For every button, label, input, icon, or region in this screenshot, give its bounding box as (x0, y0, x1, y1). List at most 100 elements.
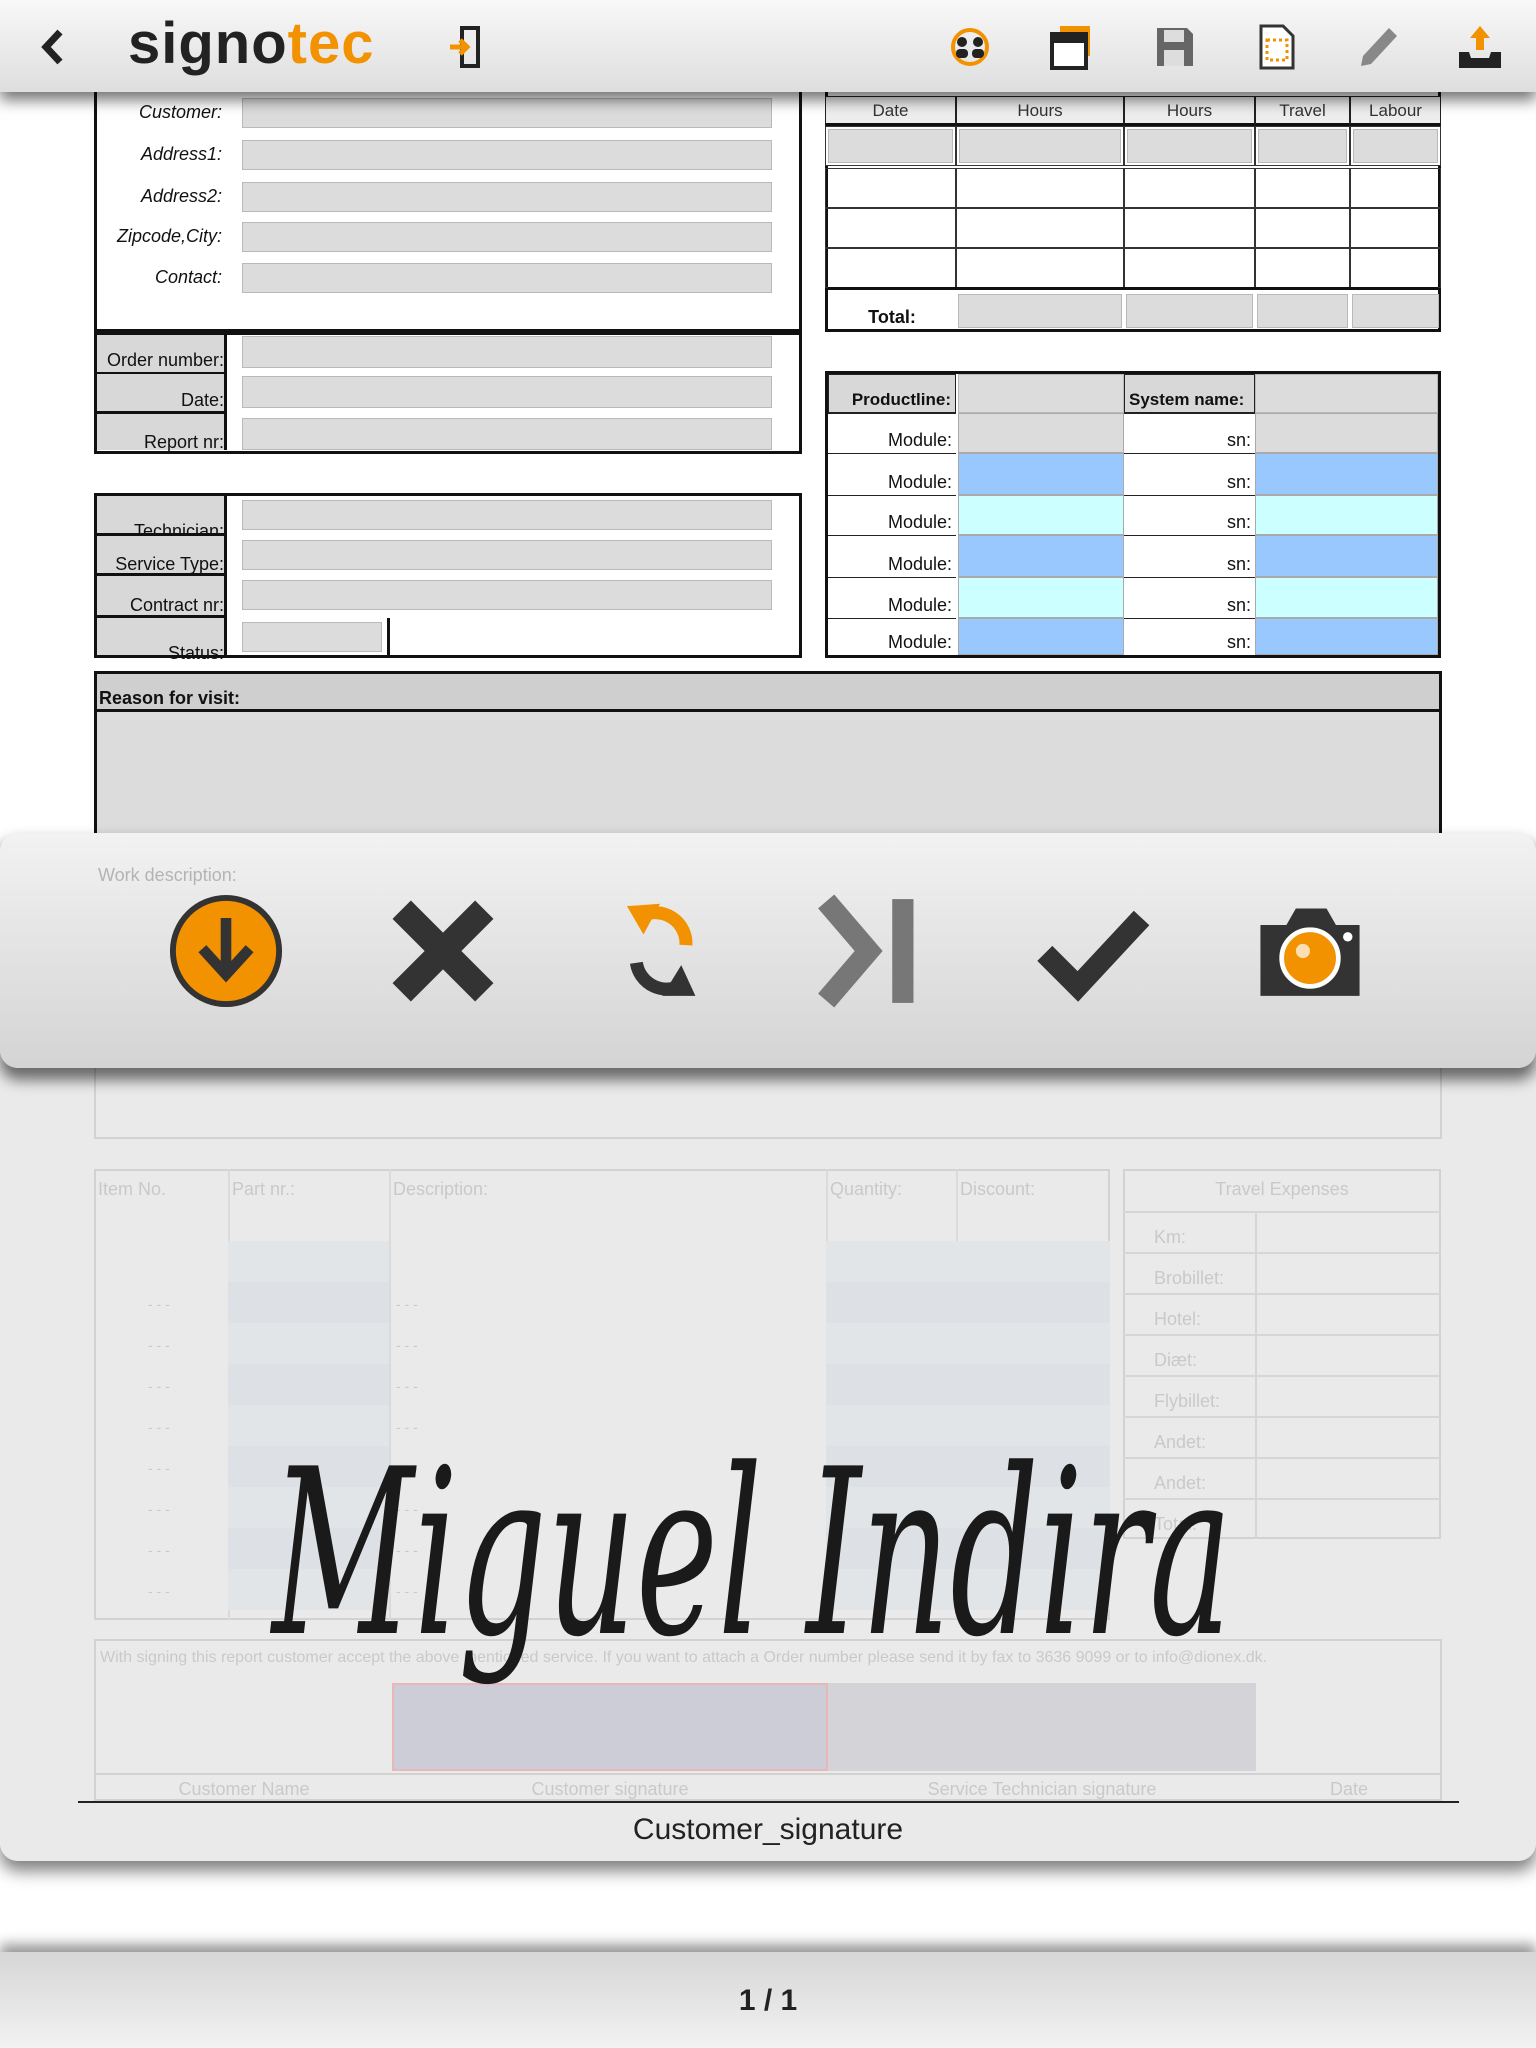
upload-icon[interactable] (1455, 22, 1505, 72)
travel-input[interactable] (1255, 1418, 1439, 1457)
logo-accent-part: tec (287, 11, 375, 76)
exit-icon[interactable] (442, 22, 492, 72)
customer-field-input[interactable] (242, 222, 772, 252)
part-cell[interactable] (228, 1528, 389, 1569)
hours-cell[interactable] (825, 248, 956, 288)
qty-cell[interactable] (826, 1241, 1110, 1282)
module-input[interactable] (958, 495, 1124, 535)
part-cell[interactable] (228, 1487, 389, 1528)
travel-input[interactable] (1255, 1254, 1439, 1293)
part-cell[interactable] (228, 1405, 389, 1446)
part-cell[interactable] (228, 1446, 389, 1487)
qty-cell[interactable] (826, 1569, 1110, 1610)
hours-cell[interactable] (956, 168, 1124, 208)
part-cell[interactable] (228, 1323, 389, 1364)
module-input[interactable] (958, 535, 1124, 577)
sn-input[interactable] (1255, 413, 1438, 453)
technician-field-input[interactable] (242, 580, 772, 610)
users-icon[interactable] (945, 22, 995, 72)
qty-cell[interactable] (826, 1323, 1110, 1364)
pen-icon[interactable] (1353, 22, 1403, 72)
order-field-input[interactable] (242, 376, 772, 408)
productline-label: Productline: (828, 374, 956, 413)
qty-cell[interactable] (826, 1446, 1110, 1487)
customer-field-input[interactable] (242, 140, 772, 170)
module-input[interactable] (958, 577, 1124, 618)
hours-cell[interactable] (1255, 208, 1350, 248)
sn-input[interactable] (1255, 535, 1438, 577)
hours-input[interactable] (828, 129, 953, 163)
item-placeholder: - - - (148, 1542, 170, 1558)
hours-cell[interactable] (956, 248, 1124, 288)
hours-cell[interactable] (956, 208, 1124, 248)
technician-field-input[interactable] (242, 500, 772, 530)
technician-field-input[interactable] (242, 622, 382, 652)
system-name-input[interactable] (1255, 374, 1438, 413)
module-input[interactable] (958, 453, 1124, 495)
hours-input[interactable] (1127, 129, 1252, 163)
part-cell[interactable] (228, 1241, 389, 1282)
customer-signature-field[interactable] (392, 1683, 828, 1771)
part-cell[interactable] (228, 1569, 389, 1610)
travel-input[interactable] (1255, 1213, 1439, 1252)
hours-cell[interactable] (1350, 208, 1441, 248)
back-icon[interactable] (28, 22, 78, 72)
camera-icon[interactable] (1251, 892, 1369, 1010)
qty-cell[interactable] (826, 1282, 1110, 1323)
hours-cell[interactable] (1350, 248, 1441, 288)
total-input[interactable] (1126, 294, 1253, 328)
qty-cell[interactable] (826, 1364, 1110, 1405)
hours-cell[interactable] (1255, 248, 1350, 288)
customer-field-input[interactable] (242, 98, 772, 128)
hours-cell[interactable] (1124, 208, 1255, 248)
travel-input[interactable] (1255, 1459, 1439, 1498)
close-icon[interactable] (384, 892, 502, 1010)
document-select-icon[interactable] (1251, 22, 1301, 72)
part-cell[interactable] (228, 1364, 389, 1405)
order-field-input[interactable] (242, 336, 772, 368)
total-label: Total: (868, 307, 916, 327)
total-input[interactable] (1257, 294, 1348, 328)
hours-cell[interactable] (1255, 168, 1350, 208)
travel-input[interactable] (1255, 1377, 1439, 1416)
travel-input[interactable] (1255, 1500, 1439, 1539)
customer-field-input[interactable] (242, 263, 772, 293)
module-input[interactable] (958, 413, 1124, 453)
total-input[interactable] (1352, 294, 1439, 328)
sn-label: sn: (1124, 453, 1255, 495)
check-icon[interactable] (1033, 892, 1151, 1010)
rotate-icon[interactable] (601, 892, 719, 1010)
qty-cell[interactable] (826, 1487, 1110, 1528)
module-input[interactable] (958, 618, 1124, 655)
download-icon[interactable] (167, 892, 285, 1010)
travel-input[interactable] (1255, 1336, 1439, 1375)
sn-input[interactable] (1255, 453, 1438, 495)
hours-input[interactable] (959, 129, 1121, 163)
skip-icon[interactable] (812, 892, 930, 1010)
hours-cell[interactable] (1124, 248, 1255, 288)
hours-cell[interactable] (1124, 168, 1255, 208)
sn-input[interactable] (1255, 618, 1438, 655)
save-icon[interactable] (1149, 22, 1199, 72)
hours-cell[interactable] (825, 168, 956, 208)
travel-input[interactable] (1255, 1295, 1439, 1334)
order-field-input[interactable] (242, 418, 772, 450)
technician-signature-field[interactable] (828, 1683, 1256, 1771)
part-cell[interactable] (228, 1282, 389, 1323)
qty-cell[interactable] (826, 1528, 1110, 1569)
hours-cell[interactable] (825, 208, 956, 248)
qty-cell[interactable] (826, 1405, 1110, 1446)
hours-input[interactable] (1258, 129, 1347, 163)
productline-input[interactable] (958, 374, 1124, 413)
sn-input[interactable] (1255, 495, 1438, 535)
hours-cell[interactable] (1350, 168, 1441, 208)
page-indicator: 1 / 1 (738, 1984, 798, 2017)
hours-input[interactable] (1353, 129, 1438, 163)
page-navigation-bar: 1 / 1 (0, 1952, 1536, 2048)
windows-icon[interactable] (1046, 22, 1096, 72)
customer-field-input[interactable] (242, 182, 772, 212)
total-input[interactable] (958, 294, 1122, 328)
sn-input[interactable] (1255, 577, 1438, 618)
technician-field-input[interactable] (242, 540, 772, 570)
module-label: Module: (828, 618, 956, 655)
